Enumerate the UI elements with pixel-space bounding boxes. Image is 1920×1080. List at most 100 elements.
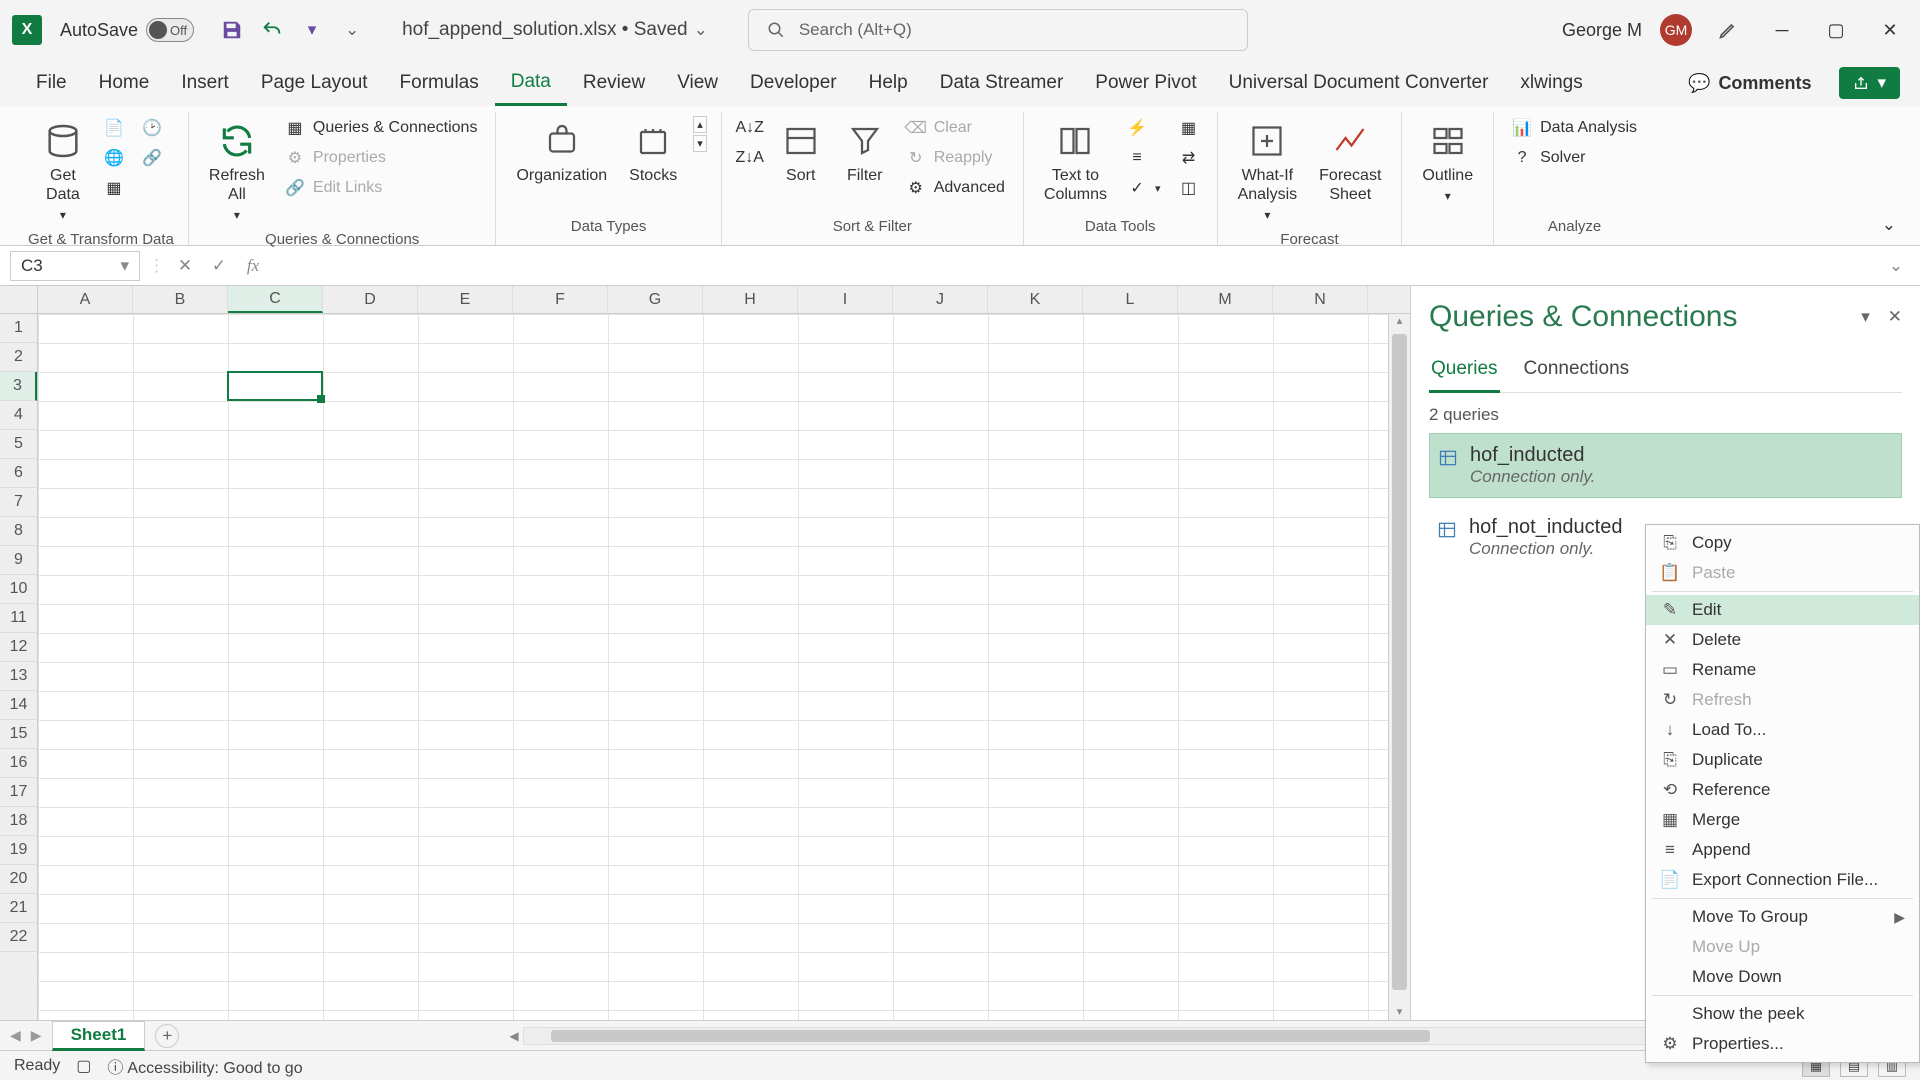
column-header[interactable]: B — [133, 286, 228, 313]
ctx-append[interactable]: ≡Append — [1646, 835, 1919, 865]
column-header[interactable]: L — [1083, 286, 1178, 313]
pane-close-icon[interactable]: ✕ — [1888, 307, 1902, 327]
column-header[interactable]: M — [1178, 286, 1273, 313]
row-header[interactable]: 18 — [0, 807, 37, 836]
qat-dropdown-icon[interactable]: ▾ — [300, 18, 324, 42]
advanced-button[interactable]: ⚙Advanced — [902, 176, 1009, 200]
sort-az-button[interactable]: A↓Z — [736, 116, 764, 140]
row-header[interactable]: 2 — [0, 343, 37, 372]
fx-icon[interactable]: fx — [239, 252, 267, 280]
pen-icon[interactable] — [1710, 12, 1746, 48]
stocks-button[interactable]: Stocks — [623, 116, 683, 189]
ctx-load-to[interactable]: ↓Load To... — [1646, 715, 1919, 745]
column-header[interactable]: C — [228, 286, 323, 313]
get-data-button[interactable]: Get Data ▾ — [36, 116, 90, 227]
tab-insert[interactable]: Insert — [165, 62, 245, 104]
expand-formula-icon[interactable]: ⌄ — [1882, 252, 1910, 280]
sheet-nav-prev-icon[interactable]: ◀ — [10, 1027, 21, 1044]
row-header[interactable]: 6 — [0, 459, 37, 488]
tab-view[interactable]: View — [661, 62, 734, 104]
existing-conn-button[interactable]: 🔗 — [138, 146, 166, 170]
ctx-edit[interactable]: ✎Edit — [1646, 595, 1919, 625]
ctx-duplicate[interactable]: ⎘Duplicate — [1646, 745, 1919, 775]
tab-home[interactable]: Home — [83, 62, 166, 104]
row-header[interactable]: 10 — [0, 575, 37, 604]
undo-icon[interactable] — [260, 18, 284, 42]
relationships-button[interactable]: ⇄ — [1175, 146, 1203, 170]
datatype-down-icon[interactable]: ▾ — [693, 135, 707, 152]
row-header[interactable]: 20 — [0, 865, 37, 894]
from-table-button[interactable]: ▦ — [100, 176, 128, 200]
data-model-button[interactable]: ◫ — [1175, 176, 1203, 200]
flash-fill-button[interactable]: ⚡ — [1123, 116, 1165, 140]
selected-cell[interactable] — [227, 371, 323, 401]
tab-power-pivot[interactable]: Power Pivot — [1079, 62, 1212, 104]
forecast-sheet-button[interactable]: Forecast Sheet — [1313, 116, 1387, 208]
title-dropdown-icon[interactable]: ⌄ — [694, 20, 708, 40]
column-header[interactable]: N — [1273, 286, 1368, 313]
row-header[interactable]: 19 — [0, 836, 37, 865]
data-validation-button[interactable]: ✓▾ — [1123, 176, 1165, 200]
row-header[interactable]: 9 — [0, 546, 37, 575]
qat-customize-icon[interactable]: ⌄ — [340, 18, 364, 42]
row-header[interactable]: 15 — [0, 720, 37, 749]
sheet-nav-next-icon[interactable]: ▶ — [31, 1027, 42, 1044]
row-header[interactable]: 12 — [0, 633, 37, 662]
column-header[interactable]: I — [798, 286, 893, 313]
tab-file[interactable]: File — [20, 62, 83, 104]
datatype-up-icon[interactable]: ▴ — [693, 116, 707, 133]
row-header[interactable]: 11 — [0, 604, 37, 633]
outline-button[interactable]: Outline ▾ — [1416, 116, 1479, 208]
column-header[interactable]: F — [513, 286, 608, 313]
text-to-columns-button[interactable]: Text to Columns — [1038, 116, 1113, 208]
autosave-toggle[interactable]: AutoSave Off — [60, 18, 194, 42]
ctx-merge[interactable]: ▦Merge — [1646, 805, 1919, 835]
consolidate-button[interactable]: ▦ — [1175, 116, 1203, 140]
search-input[interactable]: Search (Alt+Q) — [748, 9, 1248, 51]
tab-xlwings[interactable]: xlwings — [1504, 62, 1598, 104]
tab-universal-document-converter[interactable]: Universal Document Converter — [1213, 62, 1505, 104]
ctx-reference[interactable]: ⟲Reference — [1646, 775, 1919, 805]
maximize-button[interactable]: ▢ — [1818, 12, 1854, 48]
queries-connections-button[interactable]: ▦Queries & Connections — [281, 116, 482, 140]
tab-data-streamer[interactable]: Data Streamer — [924, 62, 1080, 104]
row-header[interactable]: 17 — [0, 778, 37, 807]
fill-handle[interactable] — [317, 395, 325, 403]
minimize-button[interactable]: ─ — [1764, 12, 1800, 48]
query-item[interactable]: hof_inductedConnection only. — [1429, 433, 1902, 498]
whatif-button[interactable]: What-If Analysis ▾ — [1232, 116, 1304, 227]
cancel-formula-icon[interactable]: ✕ — [171, 252, 199, 280]
add-sheet-button[interactable]: + — [155, 1024, 179, 1048]
row-header[interactable]: 1 — [0, 314, 37, 343]
row-header[interactable]: 4 — [0, 401, 37, 430]
tab-help[interactable]: Help — [853, 62, 924, 104]
ctx-rename[interactable]: ▭Rename — [1646, 655, 1919, 685]
tab-developer[interactable]: Developer — [734, 62, 853, 104]
recent-sources-button[interactable]: 🕑 — [138, 116, 166, 140]
row-header[interactable]: 3 — [0, 372, 37, 401]
column-header[interactable]: E — [418, 286, 513, 313]
remove-dup-button[interactable]: ≡ — [1123, 146, 1165, 170]
ctx-move-down[interactable]: Move Down — [1646, 962, 1919, 992]
row-header[interactable]: 7 — [0, 488, 37, 517]
select-all-corner[interactable] — [0, 286, 38, 313]
row-header[interactable]: 13 — [0, 662, 37, 691]
ctx-move-to-group[interactable]: Move To Group▶ — [1646, 902, 1919, 932]
name-box-dropdown-icon[interactable]: ▾ — [120, 256, 129, 276]
pane-tab-connections[interactable]: Connections — [1522, 352, 1632, 392]
organization-button[interactable]: Organization — [510, 116, 613, 189]
row-header[interactable]: 21 — [0, 894, 37, 923]
row-header[interactable]: 22 — [0, 923, 37, 952]
pane-tab-queries[interactable]: Queries — [1429, 352, 1500, 393]
ribbon-collapse-icon[interactable]: ⌄ — [1882, 112, 1906, 245]
ctx-copy[interactable]: ⎘Copy — [1646, 528, 1919, 558]
user-avatar[interactable]: GM — [1660, 14, 1692, 46]
enter-formula-icon[interactable]: ✓ — [205, 252, 233, 280]
tab-data[interactable]: Data — [495, 61, 567, 106]
accessibility-status[interactable]: ⓘAccessibility: Good to go — [107, 1054, 302, 1078]
column-header[interactable]: H — [703, 286, 798, 313]
ctx-properties[interactable]: ⚙Properties... — [1646, 1029, 1919, 1059]
save-icon[interactable] — [220, 18, 244, 42]
name-box[interactable]: C3 ▾ — [10, 251, 140, 281]
column-header[interactable]: J — [893, 286, 988, 313]
